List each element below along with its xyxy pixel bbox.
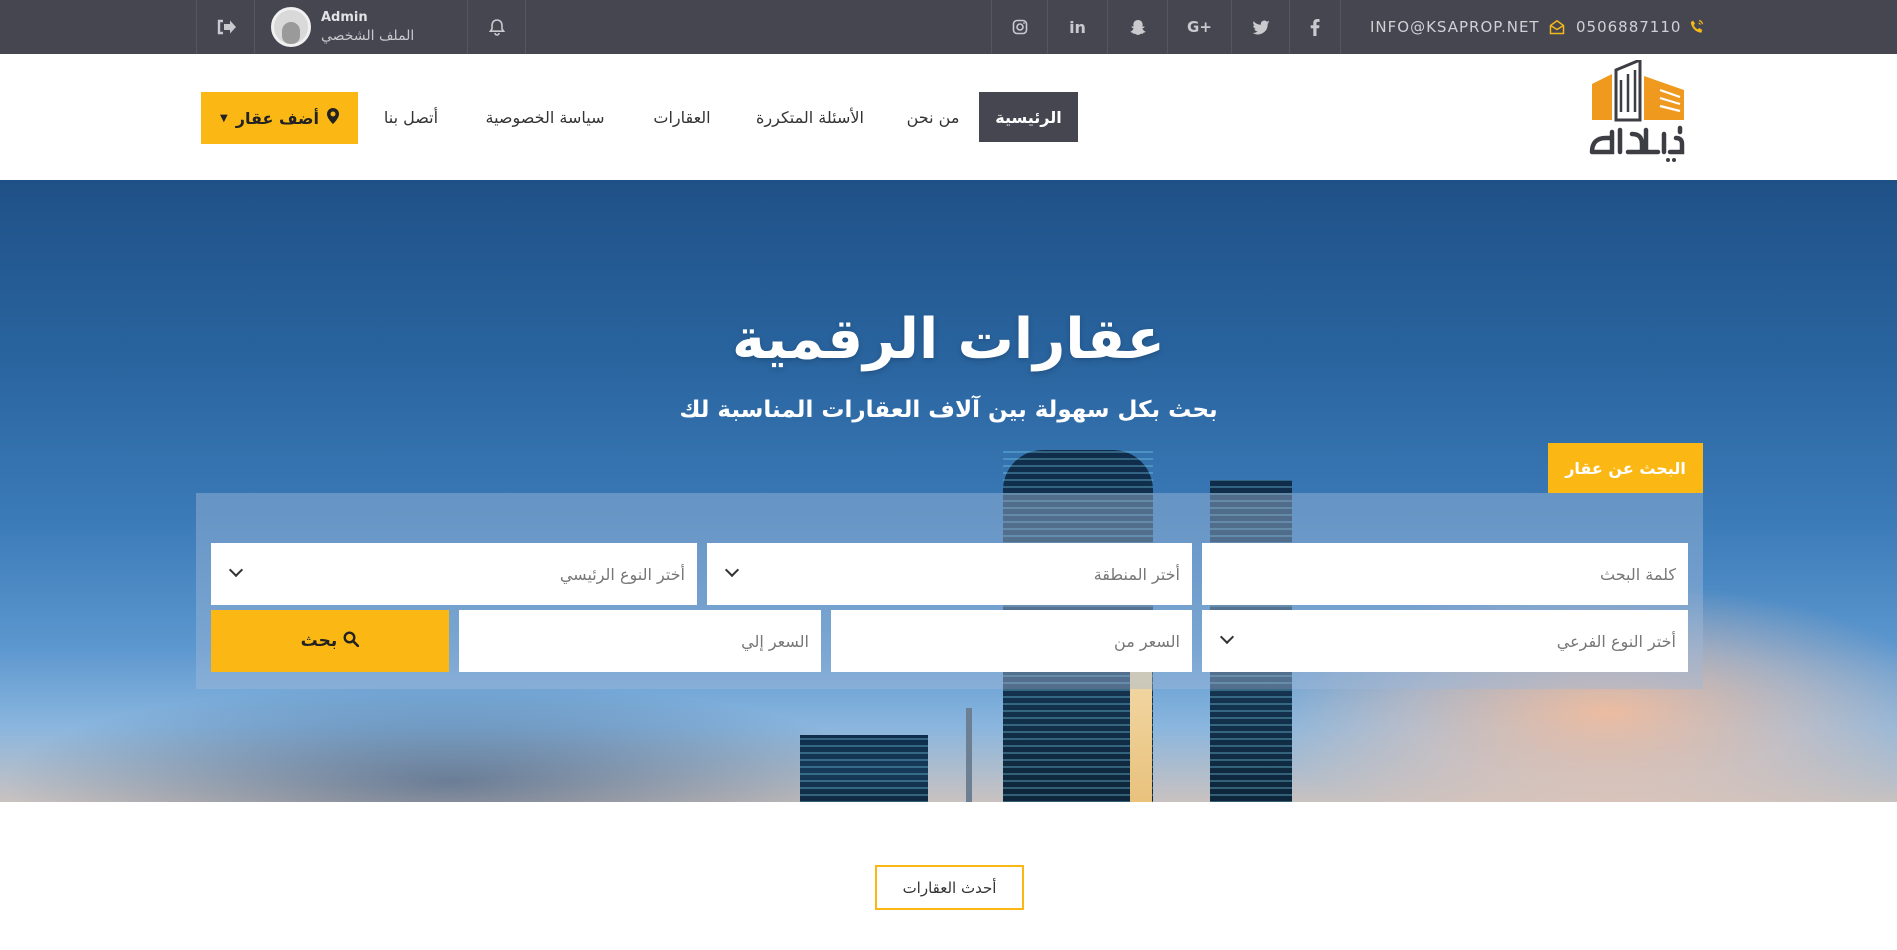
- caret-down-icon: ▼: [220, 112, 228, 124]
- price-to-placeholder: السعر إلي: [741, 631, 809, 651]
- sub-type-placeholder: أختر النوع الفرعي: [1556, 631, 1676, 651]
- sign-out-icon: [216, 19, 236, 35]
- search-tab[interactable]: البحث عن عقار: [1548, 443, 1703, 493]
- hero-subtitle: بحث بكل سهولة بين آلاف العقارات المناسبة…: [679, 397, 1218, 423]
- instagram-link[interactable]: [991, 0, 1047, 54]
- instagram-icon: [1012, 19, 1028, 35]
- keyword-input[interactable]: كلمة البحث: [1202, 543, 1688, 605]
- hero-title: عقارات الرقمية: [732, 307, 1165, 372]
- price-to-input[interactable]: السعر إلي: [459, 610, 821, 672]
- region-placeholder: أختر المنطقة: [1093, 564, 1180, 584]
- envelope-open-icon: [1549, 19, 1565, 35]
- search-button-label: بحث: [300, 631, 338, 651]
- chevron-down-icon: [1219, 629, 1235, 645]
- twitter-link[interactable]: [1231, 0, 1289, 54]
- price-from-placeholder: السعر من: [1114, 631, 1180, 651]
- chevron-down-icon: [724, 562, 740, 578]
- logout-button[interactable]: [196, 0, 254, 54]
- add-property-button[interactable]: ▼ أضف عقار: [201, 92, 358, 144]
- price-from-input[interactable]: السعر من: [831, 610, 1192, 672]
- admin-name: Admin: [321, 10, 368, 25]
- linkedin-link[interactable]: in: [1047, 0, 1107, 54]
- google-plus-icon: G+: [1187, 18, 1212, 36]
- bell-icon: [488, 18, 506, 36]
- site-logo[interactable]: [1584, 57, 1694, 162]
- nav-item-privacy[interactable]: سياسة الخصوصية: [466, 92, 624, 142]
- main-type-placeholder: أختر النوع الرئيسي: [559, 564, 685, 584]
- search-button[interactable]: بحث: [211, 610, 449, 672]
- linkedin-icon: in: [1069, 17, 1086, 37]
- map-marker-icon: [326, 108, 339, 128]
- nav-item-home[interactable]: الرئيسية: [979, 92, 1078, 142]
- skyline-antenna: [966, 708, 972, 802]
- notifications-button[interactable]: [468, 0, 526, 54]
- latest-properties-button[interactable]: أحدث العقارات: [875, 865, 1024, 910]
- user-profile-menu[interactable]: Admin الملف الشخصي: [254, 0, 468, 54]
- snapchat-icon: [1129, 19, 1147, 36]
- chevron-down-icon: [228, 562, 244, 578]
- facebook-icon: [1310, 18, 1320, 36]
- profile-link[interactable]: الملف الشخصي: [321, 27, 414, 45]
- phone-text: 0506887110: [1576, 18, 1682, 36]
- facebook-link[interactable]: [1289, 0, 1341, 54]
- keyword-placeholder: كلمة البحث: [1599, 564, 1676, 584]
- avatar: [271, 7, 311, 47]
- top-bar: Admin الملف الشخصي in G+ INFO@KSAPROP.NE…: [0, 0, 1897, 54]
- phone-contact[interactable]: 0506887110: [1576, 0, 1704, 54]
- nav-item-about[interactable]: من نحن: [897, 92, 969, 142]
- main-type-select[interactable]: أختر النوع الرئيسي: [211, 543, 697, 605]
- sub-type-select[interactable]: أختر النوع الفرعي: [1202, 610, 1688, 672]
- email-contact[interactable]: INFO@KSAPROP.NET: [1370, 0, 1565, 54]
- skyline-building-left: [800, 735, 928, 802]
- twitter-icon: [1252, 20, 1270, 35]
- nav-item-properties[interactable]: العقارات: [640, 92, 724, 142]
- phone-volume-icon: [1690, 19, 1704, 35]
- google-plus-link[interactable]: G+: [1167, 0, 1231, 54]
- snapchat-link[interactable]: [1107, 0, 1167, 54]
- search-icon: [343, 630, 360, 652]
- email-text: INFO@KSAPROP.NET: [1370, 18, 1540, 36]
- nav-item-contact[interactable]: أتصل بنا: [372, 92, 450, 142]
- region-select[interactable]: أختر المنطقة: [707, 543, 1192, 605]
- nav-item-faq[interactable]: الأسئلة المتكررة: [740, 92, 880, 142]
- add-property-label: أضف عقار: [235, 108, 319, 128]
